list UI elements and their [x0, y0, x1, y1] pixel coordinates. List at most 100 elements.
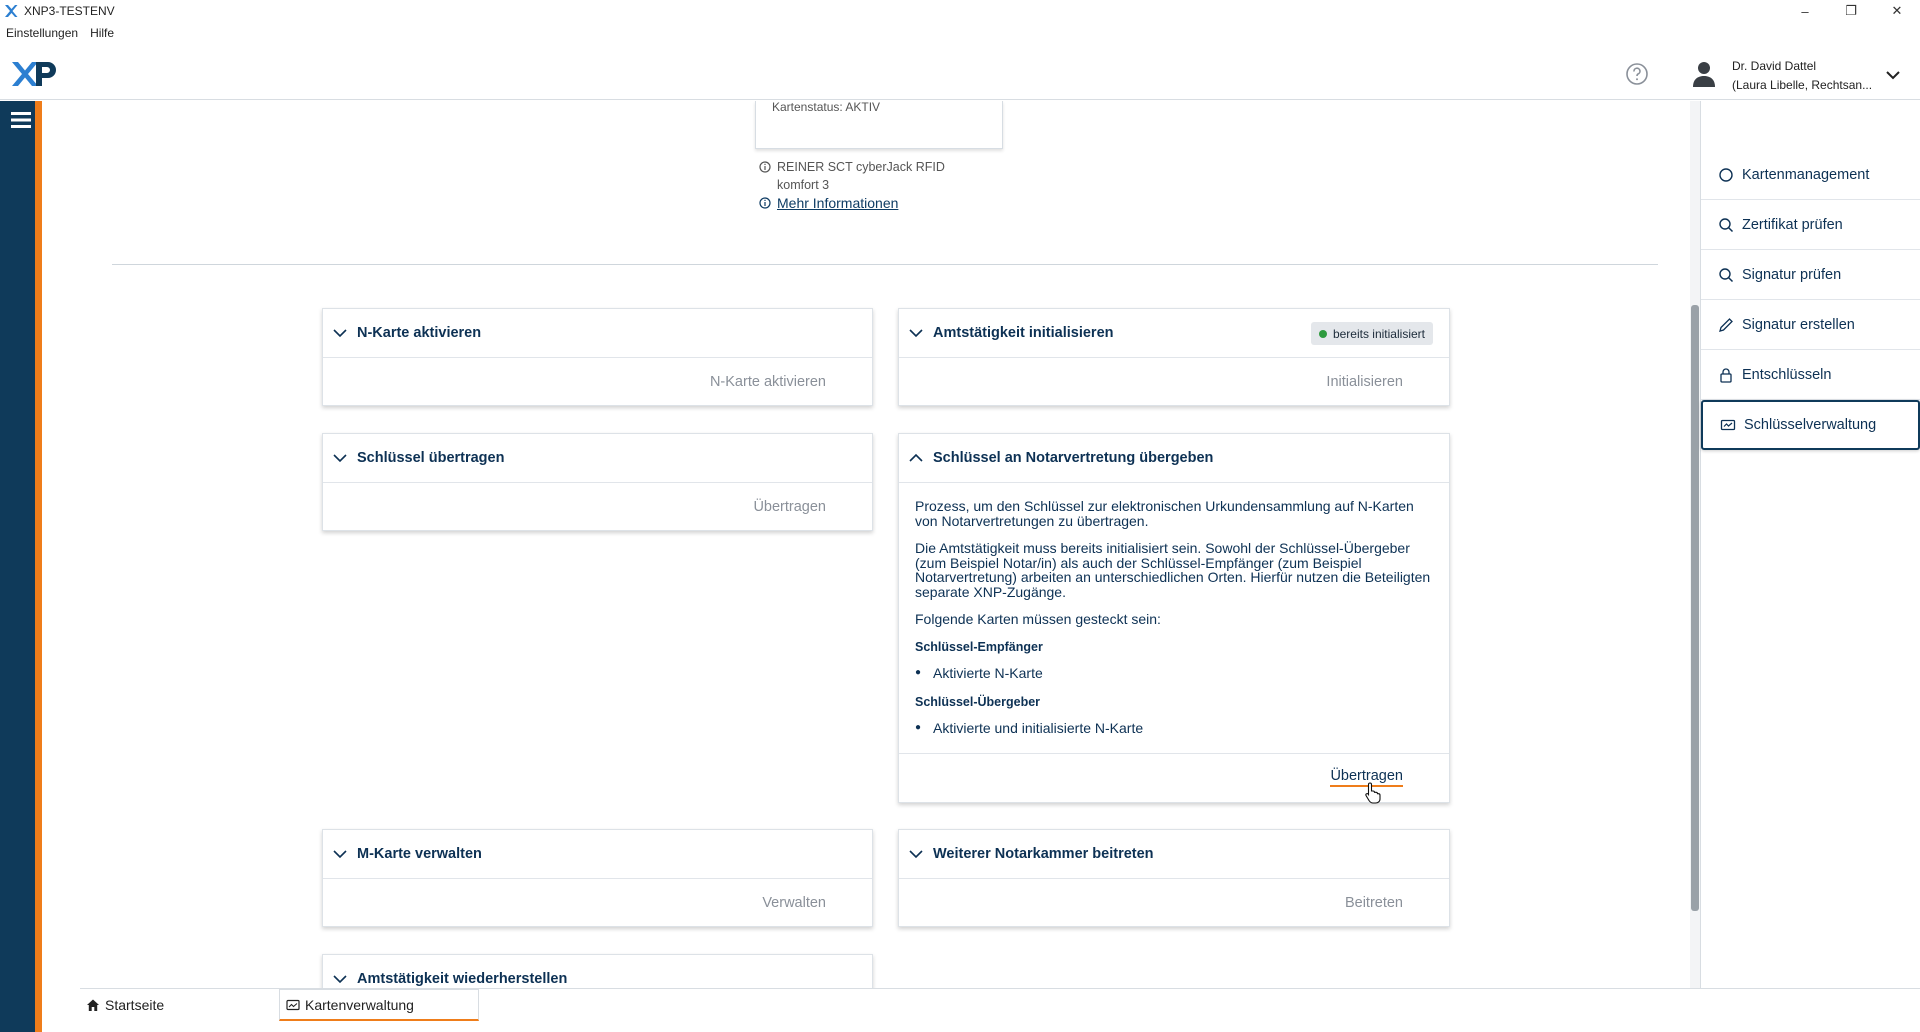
tab-startseite[interactable]: Startseite [80, 989, 278, 1021]
sidebar-item-label: Signatur prüfen [1742, 266, 1842, 283]
panel-title: Amtstätigkeit wiederherstellen [357, 971, 568, 987]
panel-title: Weiterer Notarkammer beitreten [933, 846, 1154, 862]
requirements-paragraph: Die Amtstätigkeit muss bereits initialis… [915, 540, 1431, 600]
bullet-icon: ● [915, 667, 922, 678]
card-status: Kartenstatus: AKTIV [772, 101, 881, 114]
chevron-down-icon [909, 850, 923, 859]
app-header: Dr. David Dattel (Laura Libelle, Rechtsa… [0, 50, 1920, 100]
close-button[interactable]: ✕ [1874, 0, 1920, 22]
sidebar-item-signatur-erstellen[interactable]: Signatur erstellen [1701, 300, 1920, 350]
status-badge-label: bereits initialisiert [1332, 326, 1425, 341]
menu-bar: Einstellungen Hilfe [0, 26, 114, 44]
sidebar-item-label: Entschlüsseln [1742, 366, 1832, 383]
panel-body: Prozess, um den Schlüssel zur elektronis… [899, 483, 1449, 754]
maximize-button[interactable]: ❐ [1828, 0, 1874, 22]
sidebar-item-label: Zertifikat prüfen [1742, 216, 1843, 233]
panel-title: Amtstätigkeit initialisieren [933, 325, 1114, 341]
sidebar-item-label: Schlüsselverwaltung [1744, 417, 1877, 433]
panel-header[interactable]: M-Karte verwalten [323, 830, 872, 879]
info-icon [759, 161, 771, 173]
menu-hilfe[interactable]: Hilfe [90, 26, 114, 44]
window-titlebar: XNP3-TESTENV – ❐ ✕ [0, 0, 1920, 22]
panel-schluessel-uebertragen: Schlüssel übertragen Übertragen [322, 433, 873, 531]
section-divider [112, 264, 1658, 265]
panel-title: N-Karte aktivieren [357, 325, 482, 341]
bottom-tab-bar: Startseite Kartenverwaltung [80, 988, 1920, 1032]
status-badge: bereits initialisiert [1310, 322, 1433, 345]
sidebar-item-zertifikat-pruefen[interactable]: Zertifikat prüfen [1701, 200, 1920, 250]
chevron-down-icon [909, 329, 923, 338]
minimize-button[interactable]: – [1782, 0, 1828, 22]
sidebar-item-entschluesseln[interactable]: Entschlüsseln [1701, 350, 1920, 400]
panel-amtstaetigkeit-initialisieren: Amtstätigkeit initialisieren bereits ini… [898, 308, 1450, 406]
panel-header[interactable]: Schlüssel an Notarvertretung übergeben [899, 434, 1449, 483]
tab-label: Startseite [105, 997, 165, 1013]
right-sidebar: Kartenmanagement Zertifikat prüfen Signa… [1700, 101, 1920, 988]
card-icon [286, 999, 300, 1010]
success-dot-icon [1318, 329, 1327, 338]
hamburger-menu-icon[interactable] [11, 111, 31, 129]
panel-n-karte-aktivieren: N-Karte aktivieren N-Karte aktivieren [322, 308, 873, 406]
cards-required-heading: Folgende Karten müssen gesteckt sein: [915, 611, 1161, 627]
card-status-tile: Kartenstatus: AKTIV [755, 101, 1003, 149]
sidebar-item-label: Kartenmanagement [1742, 166, 1870, 183]
bullet-icon: ● [915, 722, 922, 733]
panel-title: Schlüssel übertragen [357, 450, 505, 466]
left-navigation-rail [0, 101, 42, 1032]
help-icon[interactable] [1625, 62, 1649, 86]
sidebar-item-schluesselverwaltung[interactable]: Schlüsselverwaltung [1701, 400, 1920, 450]
panel-title: M-Karte verwalten [357, 846, 482, 862]
tab-kartenverwaltung[interactable]: Kartenverwaltung [279, 989, 479, 1021]
list-item: ● Aktivierte N-Karte [915, 666, 1433, 681]
reader-model: komfort 3 [777, 178, 830, 192]
receiver-heading: Schlüssel-Empfänger [915, 639, 1043, 654]
panel-schluessel-notarvertretung: Schlüssel an Notarvertretung übergeben P… [898, 433, 1450, 803]
chevron-down-icon [333, 454, 347, 463]
hand-cursor-icon [1365, 782, 1381, 804]
chevron-down-icon [333, 329, 347, 338]
chevron-down-icon [333, 975, 347, 984]
search-icon [1719, 217, 1734, 232]
sidebar-item-signatur-pruefen[interactable]: Signatur prüfen [1701, 250, 1920, 300]
user-name-line2: (Laura Libelle, Rechtsan... [1732, 78, 1873, 92]
panel-amtstaetigkeit-wiederherstellen: Amtstätigkeit wiederherstellen [322, 954, 873, 988]
home-icon [87, 999, 99, 1011]
lock-icon [1720, 367, 1732, 383]
panel-header[interactable]: Amtstätigkeit wiederherstellen [323, 955, 872, 988]
search-icon [1719, 267, 1734, 282]
beitreten-button[interactable]: Beitreten [1345, 895, 1403, 911]
user-name-line1: Dr. David Dattel [1732, 59, 1817, 73]
verwalten-button[interactable]: Verwalten [762, 895, 826, 911]
panel-title: Schlüssel an Notarvertretung übergeben [933, 450, 1214, 466]
list-item: ● Aktivierte und initialisierte N-Karte [915, 721, 1433, 736]
initialisieren-button[interactable]: Initialisieren [1326, 374, 1403, 390]
panel-header[interactable]: N-Karte aktivieren [323, 309, 872, 358]
panel-notarkammer-beitreten: Weiterer Notarkammer beitreten Beitreten [898, 829, 1450, 927]
chevron-up-icon [909, 453, 923, 462]
rail-accent-stripe [35, 101, 42, 1032]
menu-einstellungen[interactable]: Einstellungen [6, 26, 78, 44]
xnp-logo [12, 62, 56, 86]
reader-name: REINER SCT cyberJack RFID [777, 160, 945, 174]
panel-header[interactable]: Weiterer Notarkammer beitreten [899, 830, 1449, 879]
sidebar-item-kartenmanagement[interactable]: Kartenmanagement [1701, 150, 1920, 200]
xnp-app-icon [5, 5, 18, 17]
list-item-label: Aktivierte N-Karte [933, 665, 1043, 681]
giver-heading: Schlüssel-Übergeber [915, 694, 1041, 709]
scrollbar-thumb[interactable] [1691, 305, 1699, 911]
panel-header[interactable]: Schlüssel übertragen [323, 434, 872, 483]
pen-icon [1719, 317, 1733, 332]
sidebar-item-label: Signatur erstellen [1742, 316, 1855, 333]
n-karte-aktivieren-button[interactable]: N-Karte aktivieren [710, 374, 826, 390]
user-name[interactable]: Dr. David Dattel (Laura Libelle, Rechtsa… [1732, 57, 1872, 95]
chevron-down-icon[interactable] [1884, 66, 1902, 84]
list-item-label: Aktivierte und initialisierte N-Karte [933, 720, 1144, 736]
chevron-down-icon [333, 850, 347, 859]
circle-icon [1719, 167, 1733, 182]
panel-m-karte-verwalten: M-Karte verwalten Verwalten [322, 829, 873, 927]
window-title: XNP3-TESTENV [24, 4, 115, 18]
main-content: Kartenstatus: AKTIV REINER SCT cyberJack… [80, 101, 1680, 988]
user-avatar-icon [1693, 62, 1715, 87]
uebertragen-button[interactable]: Übertragen [753, 499, 826, 515]
more-info-link[interactable]: Mehr Informationen [777, 194, 898, 212]
